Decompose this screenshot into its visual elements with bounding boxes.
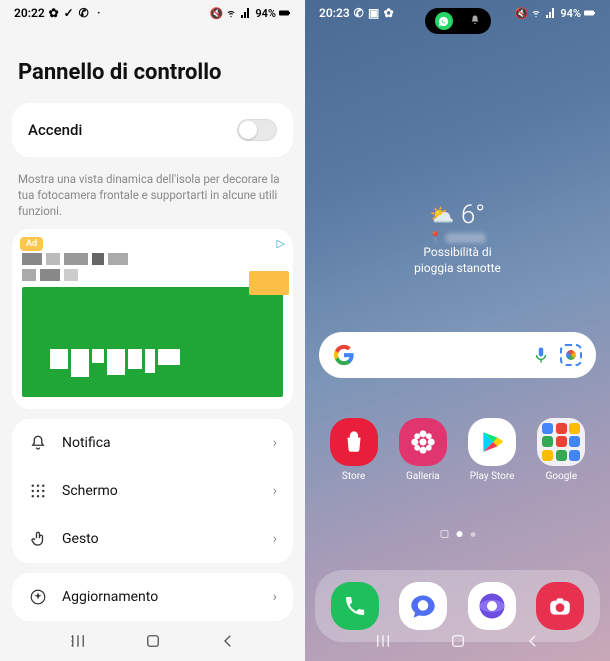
update-card: Aggiornamento › xyxy=(12,573,293,621)
weather-desc-2: pioggia stanotte xyxy=(414,261,501,277)
status-bar: 20:22 ✿ ✓ ✆ · 🔇 94% xyxy=(0,0,305,24)
whatsapp-icon: ✆ xyxy=(353,7,365,19)
image-icon: ▣ xyxy=(368,7,380,19)
menu-item-gesture[interactable]: Gesto › xyxy=(12,515,293,563)
menu-item-update[interactable]: Aggiornamento › xyxy=(12,573,293,621)
wifi-icon xyxy=(225,7,237,19)
star-icon xyxy=(28,587,48,607)
app-play-store[interactable]: Play Store xyxy=(461,418,523,482)
app-google-folder[interactable]: Google xyxy=(530,418,592,482)
menu-label: Notifica xyxy=(62,435,259,451)
nav-bar xyxy=(305,623,610,659)
battery-text: 94% xyxy=(560,7,581,20)
ad-content-blur xyxy=(22,253,283,397)
menu-item-screen[interactable]: Schermo › xyxy=(12,467,293,515)
back-button[interactable] xyxy=(218,631,238,651)
chevron-right-icon: › xyxy=(273,483,277,499)
location-pin-icon: 📍 xyxy=(429,232,441,243)
toggle-card: Accendi xyxy=(12,103,293,157)
status-time: 20:23 xyxy=(319,6,350,20)
google-search-bar[interactable] xyxy=(319,332,596,378)
bell-icon xyxy=(469,14,481,29)
chevron-right-icon: › xyxy=(273,531,277,547)
back-button[interactable] xyxy=(523,631,543,651)
signal-icon xyxy=(240,7,252,19)
battery-text: 94% xyxy=(255,7,276,20)
weather-desc-1: Possibilità di xyxy=(414,245,501,261)
toggle-label: Accendi xyxy=(28,121,82,139)
menu-item-notification[interactable]: Notifica › xyxy=(12,419,293,467)
gear-icon: ✿ xyxy=(48,7,60,19)
app-label: Store xyxy=(342,471,365,482)
page-dot-active xyxy=(456,531,462,537)
chevron-right-icon: › xyxy=(273,589,277,605)
home-button[interactable] xyxy=(448,631,468,651)
weather-temp: 6° xyxy=(461,200,485,230)
whatsapp-icon: ✆ xyxy=(78,7,90,19)
mic-icon[interactable] xyxy=(532,346,550,364)
signal-icon xyxy=(545,7,557,19)
location-blur xyxy=(446,233,486,243)
menu-card: Notifica › Schermo › Gesto › xyxy=(12,419,293,563)
battery-icon xyxy=(584,7,596,19)
page-indicator[interactable] xyxy=(440,530,475,538)
settings-pane: 20:22 ✿ ✓ ✆ · 🔇 94% Pannello di controll… xyxy=(0,0,305,661)
ad-info-icon[interactable]: ▷ xyxy=(277,237,285,250)
mute-icon: 🔇 xyxy=(210,7,222,19)
more-icon: · xyxy=(93,7,105,19)
app-label: Google xyxy=(546,471,578,482)
nav-bar xyxy=(0,623,305,659)
recents-button[interactable] xyxy=(68,631,88,651)
app-label: Play Store xyxy=(470,471,515,482)
home-screen-pane: 20:23 ✆ ▣ ✿ 🔇 94% xyxy=(305,0,610,661)
description-text: Mostra una vista dinamica dell'isola per… xyxy=(0,167,305,229)
enable-toggle[interactable] xyxy=(237,119,277,141)
weather-cloud-icon: ⛅ xyxy=(430,203,455,227)
app-label: Galleria xyxy=(406,471,440,482)
recents-button[interactable] xyxy=(373,631,393,651)
ad-card[interactable]: Ad ▷ xyxy=(12,229,293,409)
app-row-1: Store Galleria Play Store xyxy=(305,418,610,482)
mute-icon: 🔇 xyxy=(515,7,527,19)
app-store[interactable]: Store xyxy=(323,418,385,482)
home-panel-dot xyxy=(440,530,448,538)
menu-label: Gesto xyxy=(62,531,259,547)
menu-label: Schermo xyxy=(62,483,259,499)
gear-icon: ✿ xyxy=(383,7,395,19)
google-lens-icon[interactable] xyxy=(560,344,582,366)
page-dot xyxy=(470,532,475,537)
page-title: Pannello di controllo xyxy=(0,24,305,103)
dynamic-island[interactable] xyxy=(425,8,491,34)
touch-icon xyxy=(28,529,48,549)
status-time: 20:22 xyxy=(14,6,45,20)
google-logo-icon xyxy=(333,344,355,366)
ad-badge: Ad xyxy=(20,237,43,251)
grid-icon xyxy=(28,481,48,501)
home-button[interactable] xyxy=(143,631,163,651)
bell-icon xyxy=(28,433,48,453)
chevron-right-icon: › xyxy=(273,435,277,451)
menu-label: Aggiornamento xyxy=(62,589,259,605)
weather-widget[interactable]: ⛅ 6° 📍 Possibilità di pioggia stanotte xyxy=(414,200,501,276)
wifi-icon xyxy=(530,7,542,19)
app-gallery[interactable]: Galleria xyxy=(392,418,454,482)
battery-icon xyxy=(279,7,291,19)
check-icon: ✓ xyxy=(63,7,75,19)
whatsapp-notification-icon[interactable] xyxy=(435,12,453,30)
